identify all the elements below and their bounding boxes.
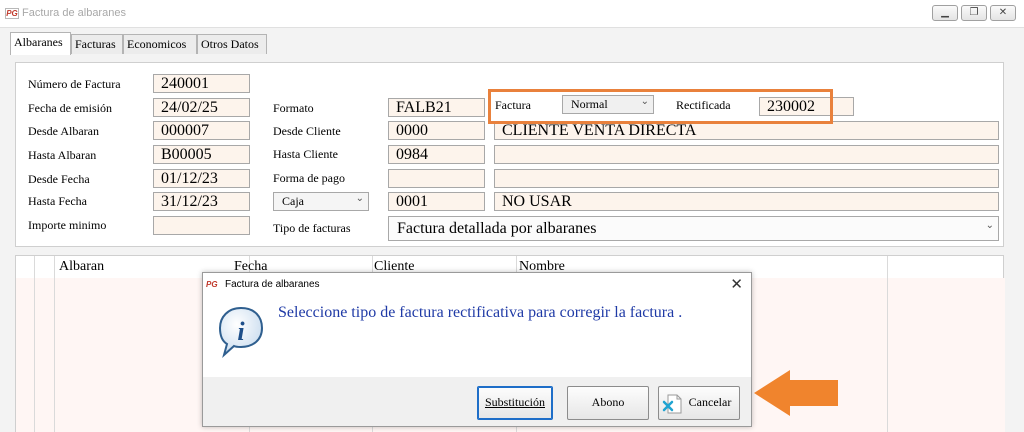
caja-nombre-field[interactable]: NO USAR <box>494 192 999 211</box>
grid-line <box>887 256 888 432</box>
caja-code-field[interactable]: 0001 <box>388 192 485 211</box>
hasta-cliente-field[interactable]: 0984 <box>388 145 485 164</box>
label-desde-fecha: Desde Fecha <box>28 172 90 186</box>
tipo-facturas-value: Factura detallada por albaranes <box>397 220 597 237</box>
tab-economicos[interactable]: Economicos <box>123 34 197 54</box>
close-icon: ✕ <box>998 7 1008 18</box>
label-formato: Formato <box>273 101 314 115</box>
title-bar: PG Factura de albaranes ▁ ❐ ✕ <box>0 0 1024 28</box>
fecha-emision-field[interactable]: 24/02/25 <box>153 98 250 117</box>
forma-pago-nombre-field[interactable] <box>494 169 999 188</box>
hasta-albaran-field[interactable]: B00005 <box>153 145 250 164</box>
label-hasta-fecha: Hasta Fecha <box>28 194 87 208</box>
highlight-box <box>488 89 833 124</box>
cancelar-button[interactable]: Cancelar <box>658 386 740 420</box>
label-desde-cliente: Desde Cliente <box>273 124 341 138</box>
label-hasta-albaran: Hasta Albaran <box>28 148 97 162</box>
label-tipo-facturas: Tipo de facturas <box>273 221 351 235</box>
importe-minimo-field[interactable] <box>153 216 250 235</box>
substitution-label: Substitución <box>484 395 545 409</box>
minimize-icon: ▁ <box>941 7 949 18</box>
chevron-down-icon: ⌄ <box>355 193 364 204</box>
desde-cliente-field[interactable]: 0000 <box>388 121 485 140</box>
label-fecha-emision: Fecha de emisión <box>28 101 112 115</box>
rectificativa-dialog: PG Factura de albaranes ✕ i Seleccione t… <box>202 272 752 427</box>
dialog-message: Seleccione tipo de factura rectificativa… <box>278 304 683 321</box>
abono-label: Abono <box>591 395 625 409</box>
arrow-pointer-icon <box>754 370 838 416</box>
app-logo: PG <box>5 8 19 19</box>
window-title: Factura de albaranes <box>22 7 126 19</box>
chevron-down-icon: ⌄ <box>985 220 994 231</box>
substitution-button[interactable]: Substitución <box>477 386 553 420</box>
desde-fecha-field[interactable]: 01/12/23 <box>153 169 250 188</box>
forma-pago-field[interactable] <box>388 169 485 188</box>
caja-select[interactable]: Caja ⌄ <box>273 192 369 211</box>
caja-select-value: Caja <box>282 194 304 208</box>
label-hasta-cliente: Hasta Cliente <box>273 147 338 161</box>
dialog-close-icon[interactable]: ✕ <box>730 275 743 293</box>
formato-field[interactable]: FALB21 <box>388 98 485 117</box>
grid-line <box>34 256 35 432</box>
hasta-cliente-nombre-field[interactable] <box>494 145 999 164</box>
albaranes-panel: Número de Factura Fecha de emisión Desde… <box>15 62 1004 247</box>
column-header-albaran[interactable]: Albaran <box>59 259 104 275</box>
label-importe-minimo: Importe minimo <box>28 218 107 232</box>
dialog-logo: PG <box>206 280 218 289</box>
numero-factura-field[interactable]: 240001 <box>153 74 250 93</box>
desde-albaran-field[interactable]: 000007 <box>153 121 250 140</box>
tab-albaranes[interactable]: Albaranes <box>10 32 71 55</box>
minimize-button[interactable]: ▁ <box>932 5 958 21</box>
abono-button[interactable]: Abono <box>567 386 649 420</box>
cancel-document-icon <box>662 394 682 414</box>
dialog-title: Factura de albaranes <box>225 279 320 290</box>
grid-line <box>54 256 55 432</box>
tipo-facturas-select[interactable]: Factura detallada por albaranes ⌄ <box>388 216 999 241</box>
cancelar-label: Cancelar <box>688 395 732 409</box>
label-desde-albaran: Desde Albaran <box>28 124 99 138</box>
close-button[interactable]: ✕ <box>990 5 1016 21</box>
hasta-fecha-field[interactable]: 31/12/23 <box>153 192 250 211</box>
tab-otros-datos[interactable]: Otros Datos <box>197 34 267 54</box>
svg-text:i: i <box>237 317 245 346</box>
tab-facturas[interactable]: Facturas <box>71 34 123 54</box>
label-forma-pago: Forma de pago <box>273 171 345 185</box>
restore-icon: ❐ <box>969 7 979 18</box>
label-numero-factura: Número de Factura <box>28 77 121 91</box>
restore-button[interactable]: ❐ <box>961 5 987 21</box>
info-icon: i <box>218 306 264 359</box>
